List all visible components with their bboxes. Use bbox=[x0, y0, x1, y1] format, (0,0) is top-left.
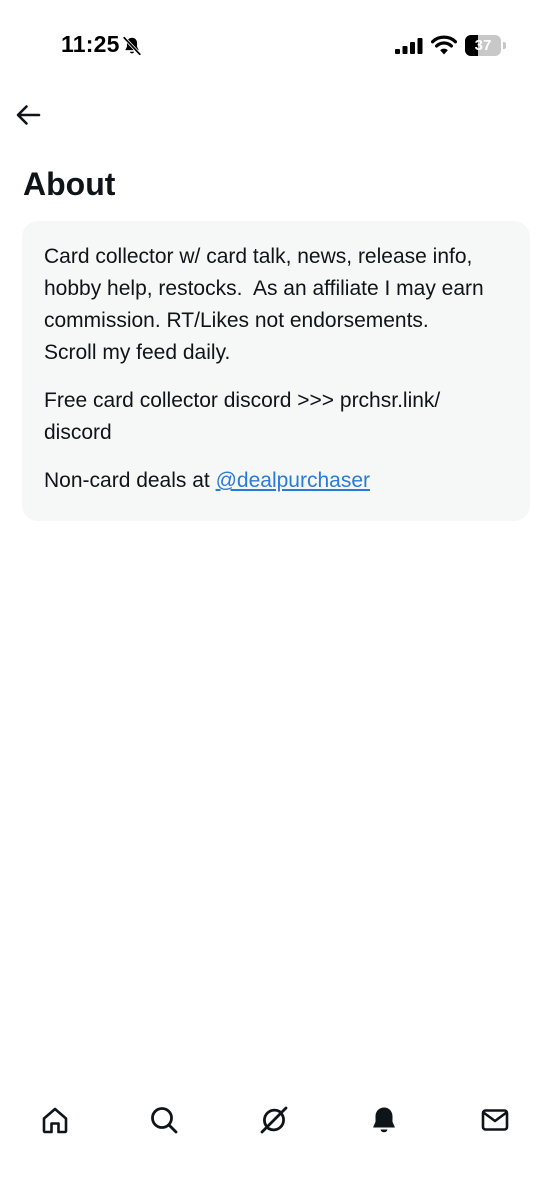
notifications-bell-icon bbox=[373, 1107, 395, 1133]
mention-link-dealpurchaser[interactable]: @dealpurchaser bbox=[216, 469, 370, 492]
bio-paragraph-3: Non-card deals at @dealpurchaser bbox=[44, 465, 510, 497]
home-icon bbox=[42, 1107, 68, 1134]
bio-line: Free card collector discord >>> prchsr.l… bbox=[44, 389, 441, 412]
status-bar: 11:25 37 bbox=[0, 0, 552, 92]
back-button[interactable] bbox=[10, 97, 46, 133]
messages-envelope-icon bbox=[481, 1109, 509, 1131]
nav-notifications-button[interactable] bbox=[364, 1100, 404, 1140]
bell-muted-icon bbox=[122, 36, 142, 56]
nav-messages-button[interactable] bbox=[475, 1100, 515, 1140]
bottom-nav bbox=[0, 1090, 552, 1150]
battery-level: 37 bbox=[474, 37, 492, 54]
bio-line: Card collector w/ card talk, news, relea… bbox=[44, 245, 473, 268]
bio-paragraph-1: Card collector w/ card talk, news, relea… bbox=[44, 241, 510, 369]
wifi-icon bbox=[431, 35, 457, 55]
status-time: 11:25 bbox=[61, 31, 120, 57]
nav-home-button[interactable] bbox=[35, 1100, 75, 1140]
signal-icon bbox=[395, 38, 423, 54]
about-card: Card collector w/ card talk, news, relea… bbox=[22, 221, 530, 521]
bio-line: Scroll my feed daily. bbox=[44, 341, 231, 364]
nav-grok-button[interactable] bbox=[254, 1100, 294, 1140]
grok-icon bbox=[260, 1106, 288, 1134]
battery-body: 37 bbox=[465, 35, 501, 56]
bio-paragraph-2: Free card collector discord >>> prchsr.l… bbox=[44, 385, 510, 449]
bio-line: commission. RT/Likes not endorsements. bbox=[44, 309, 429, 332]
page-title: About bbox=[23, 166, 116, 202]
bio-line: discord bbox=[44, 421, 112, 444]
battery-icon: 37 bbox=[465, 35, 509, 56]
arrow-left-icon bbox=[16, 105, 41, 125]
nav-search-button[interactable] bbox=[144, 1100, 184, 1140]
bio-text: Non-card deals at bbox=[44, 469, 216, 492]
search-icon bbox=[151, 1107, 178, 1134]
battery-cap bbox=[503, 42, 506, 49]
bio-line: hobby help, restocks. As an affiliate I … bbox=[44, 277, 484, 300]
